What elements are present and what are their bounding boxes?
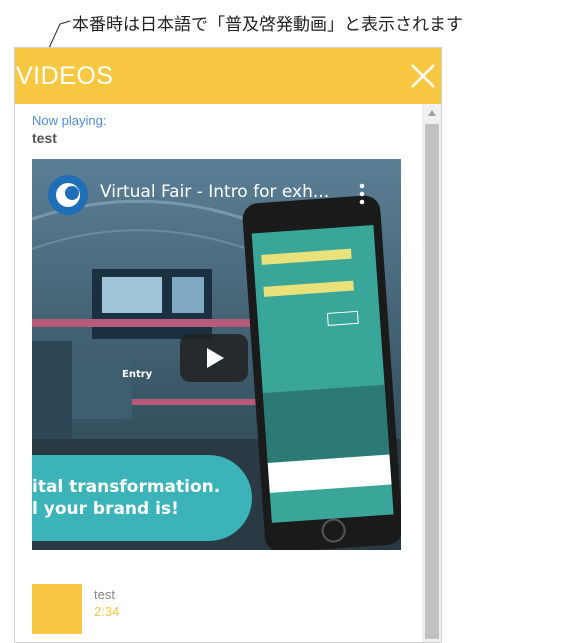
now-playing-title: test	[32, 130, 57, 146]
playlist-thumbnail[interactable]	[32, 584, 82, 634]
videos-panel: VIDEOS Now playing: test Entry ital tran…	[14, 47, 442, 643]
close-icon	[411, 64, 435, 88]
scrollbar-thumb[interactable]	[425, 124, 439, 639]
playlist-item-title: test	[94, 587, 115, 602]
more-vertical-icon[interactable]	[352, 181, 372, 207]
scrollbar[interactable]	[422, 104, 441, 642]
panel-header: VIDEOS	[15, 48, 441, 104]
channel-logo-icon[interactable]	[47, 174, 89, 216]
video-title[interactable]: Virtual Fair - Intro for exh...	[100, 182, 329, 202]
scene-entry-label: Entry	[122, 369, 153, 380]
annotation-note: 本番時は日本語で「普及啓発動画」と表示されます	[72, 15, 463, 35]
scroll-up-arrow-icon[interactable]	[427, 109, 437, 117]
close-button[interactable]	[408, 61, 438, 91]
banner-line-1: ital transformation.	[32, 477, 221, 497]
playlist-item-duration: 2:34	[94, 604, 120, 619]
play-icon[interactable]	[180, 334, 248, 382]
video-banner: ital transformation. l your brand is!	[32, 455, 252, 541]
playlist-item[interactable]: test 2:34	[32, 584, 402, 634]
panel-title: VIDEOS	[16, 62, 114, 90]
now-playing-label: Now playing:	[32, 113, 107, 128]
video-player[interactable]: Entry ital transformation. l your brand …	[32, 159, 401, 550]
banner-line-2: l your brand is!	[32, 499, 179, 519]
panel-content: Now playing: test Entry ital transformat…	[15, 104, 422, 642]
